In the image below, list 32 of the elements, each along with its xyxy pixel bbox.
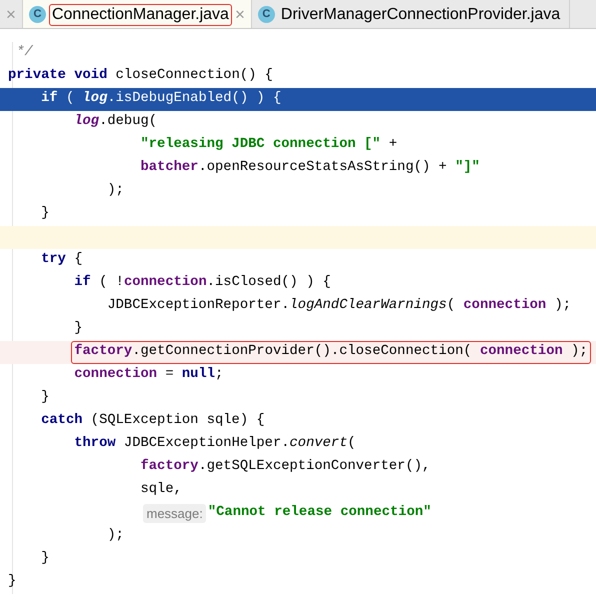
close-icon[interactable]: × (6, 6, 16, 23)
code-text: "releasing JDBC connection [" + (140, 136, 398, 154)
code-text: } (41, 389, 50, 408)
code-text: sqle, (140, 481, 182, 500)
editor-tab[interactable]: C ConnectionManager.java × (22, 0, 252, 28)
code-text: if ( log.isDebugEnabled() ) { (41, 90, 282, 108)
class-icon: C (28, 6, 46, 23)
code-text: connection = null; (74, 366, 224, 384)
code-text: } (8, 573, 16, 592)
code-text: throw JDBCExceptionHelper.convert( (74, 435, 356, 454)
code-text: JDBCExceptionReporter.logAndClearWarnings( connection ); (107, 297, 572, 316)
code-text: ); (107, 182, 124, 200)
code-text: private void closeConnection() { (8, 67, 273, 86)
code-text: if ( !connection.isClosed() ) { (74, 274, 331, 292)
code-text: catch (SQLException sqle) { (41, 412, 265, 430)
code-text: } (74, 320, 83, 338)
tab-label: DriverManagerConnectionProvider.java (280, 4, 562, 24)
code-text: "Cannot release connection" (208, 504, 432, 522)
code-text: } (41, 550, 50, 568)
code-text: factory.getSQLExceptionConverter(), (140, 458, 430, 476)
code-text: log.debug( (74, 113, 158, 132)
class-icon: C (258, 6, 275, 23)
code-text: } (41, 205, 50, 224)
tab-label: ConnectionManager.java (48, 4, 232, 26)
code-text: */ (16, 44, 33, 62)
parameter-hint: message: (143, 504, 206, 524)
code-text: try { (41, 251, 83, 270)
boxed-code: factory.getConnectionProvider().closeConnection( connection ); (71, 341, 591, 364)
code-text: batcher.openResourceStatsAsString() + "]" (140, 159, 480, 178)
code-text: ); (107, 527, 124, 546)
close-icon[interactable]: × (234, 6, 245, 23)
editor-tab[interactable]: C DriverManagerConnectionProvider.java (252, 0, 570, 28)
